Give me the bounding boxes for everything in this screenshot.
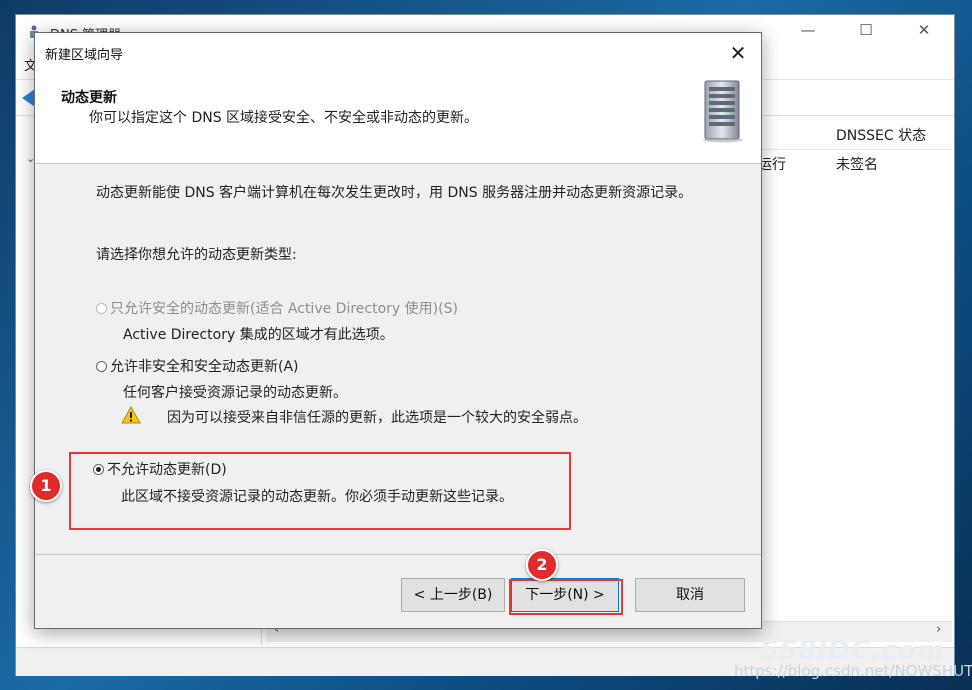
selection-prompt: 请选择你想允许的动态更新类型: [96,247,297,263]
security-warning-text: 因为可以接受来自非信任源的更新，此选项是一个较大的安全弱点。 [167,410,587,426]
step-badge-2: 2 [526,549,558,581]
wizard-step-title: 动态更新 [61,90,117,106]
zone-status-cell: 运行 [758,157,786,173]
dialog-titlebar: 新建区域向导 ✕ [35,33,761,73]
highlight-box-option [69,452,571,530]
radio-secure-only-label: 只允许安全的动态更新(适合 Active Directory 使用)(S) [110,301,458,317]
server-icon [703,80,743,143]
highlight-box-next [509,579,623,615]
zone-dnssec-cell: 未签名 [836,157,878,173]
dialog-close-button[interactable]: ✕ [723,39,753,67]
wizard-step-subtitle: 你可以指定这个 DNS 区域接受安全、不安全或非动态的更新。 [89,110,479,126]
watermark-url: https://blog.csdn.net/NOWSHUT [734,662,972,680]
back-button[interactable]: < 上一步(B) [401,578,505,612]
radio-nonsecure-label: 允许非安全和安全动态更新(A) [110,359,299,375]
nonsecure-description: 任何客户接受资源记录的动态更新。 [123,385,347,401]
minimize-button[interactable]: — [788,21,828,43]
secure-only-description: Active Directory 集成的区域才有此选项。 [123,327,394,343]
wizard-header: 动态更新 你可以指定这个 DNS 区域接受安全、不安全或非动态的更新。 [35,73,761,164]
column-dnssec-status[interactable]: DNSSEC 状态 [836,125,926,145]
button-separator [35,554,761,555]
radio-nonsecure-and-secure[interactable]: 允许非安全和安全动态更新(A) [96,356,299,376]
scroll-right-icon[interactable]: › [936,622,941,637]
dialog-title: 新建区域向导 [45,48,124,63]
intro-text: 动态更新能使 DNS 客户端计算机在每次发生更改时，用 DNS 服务器注册并动态… [96,185,693,201]
radio-secure-only[interactable]: 只允许安全的动态更新(适合 Active Directory 使用)(S) [96,298,458,318]
radio-nonsecure-circle[interactable] [96,360,107,372]
wizard-content: 动态更新能使 DNS 客户端计算机在每次发生更改时，用 DNS 服务器注册并动态… [35,164,761,554]
new-zone-wizard-dialog: 新建区域向导 ✕ 动态更新 你可以指定这个 DNS 区域接受安全、不安全或非动态… [34,32,762,629]
step-badge-1: 1 [30,470,62,502]
radio-secure-only-circle[interactable] [96,302,107,314]
maximize-button[interactable]: ☐ [846,21,886,43]
warning-icon [121,406,141,424]
close-window-button[interactable]: ✕ [904,21,944,43]
cancel-button[interactable]: 取消 [635,578,745,612]
